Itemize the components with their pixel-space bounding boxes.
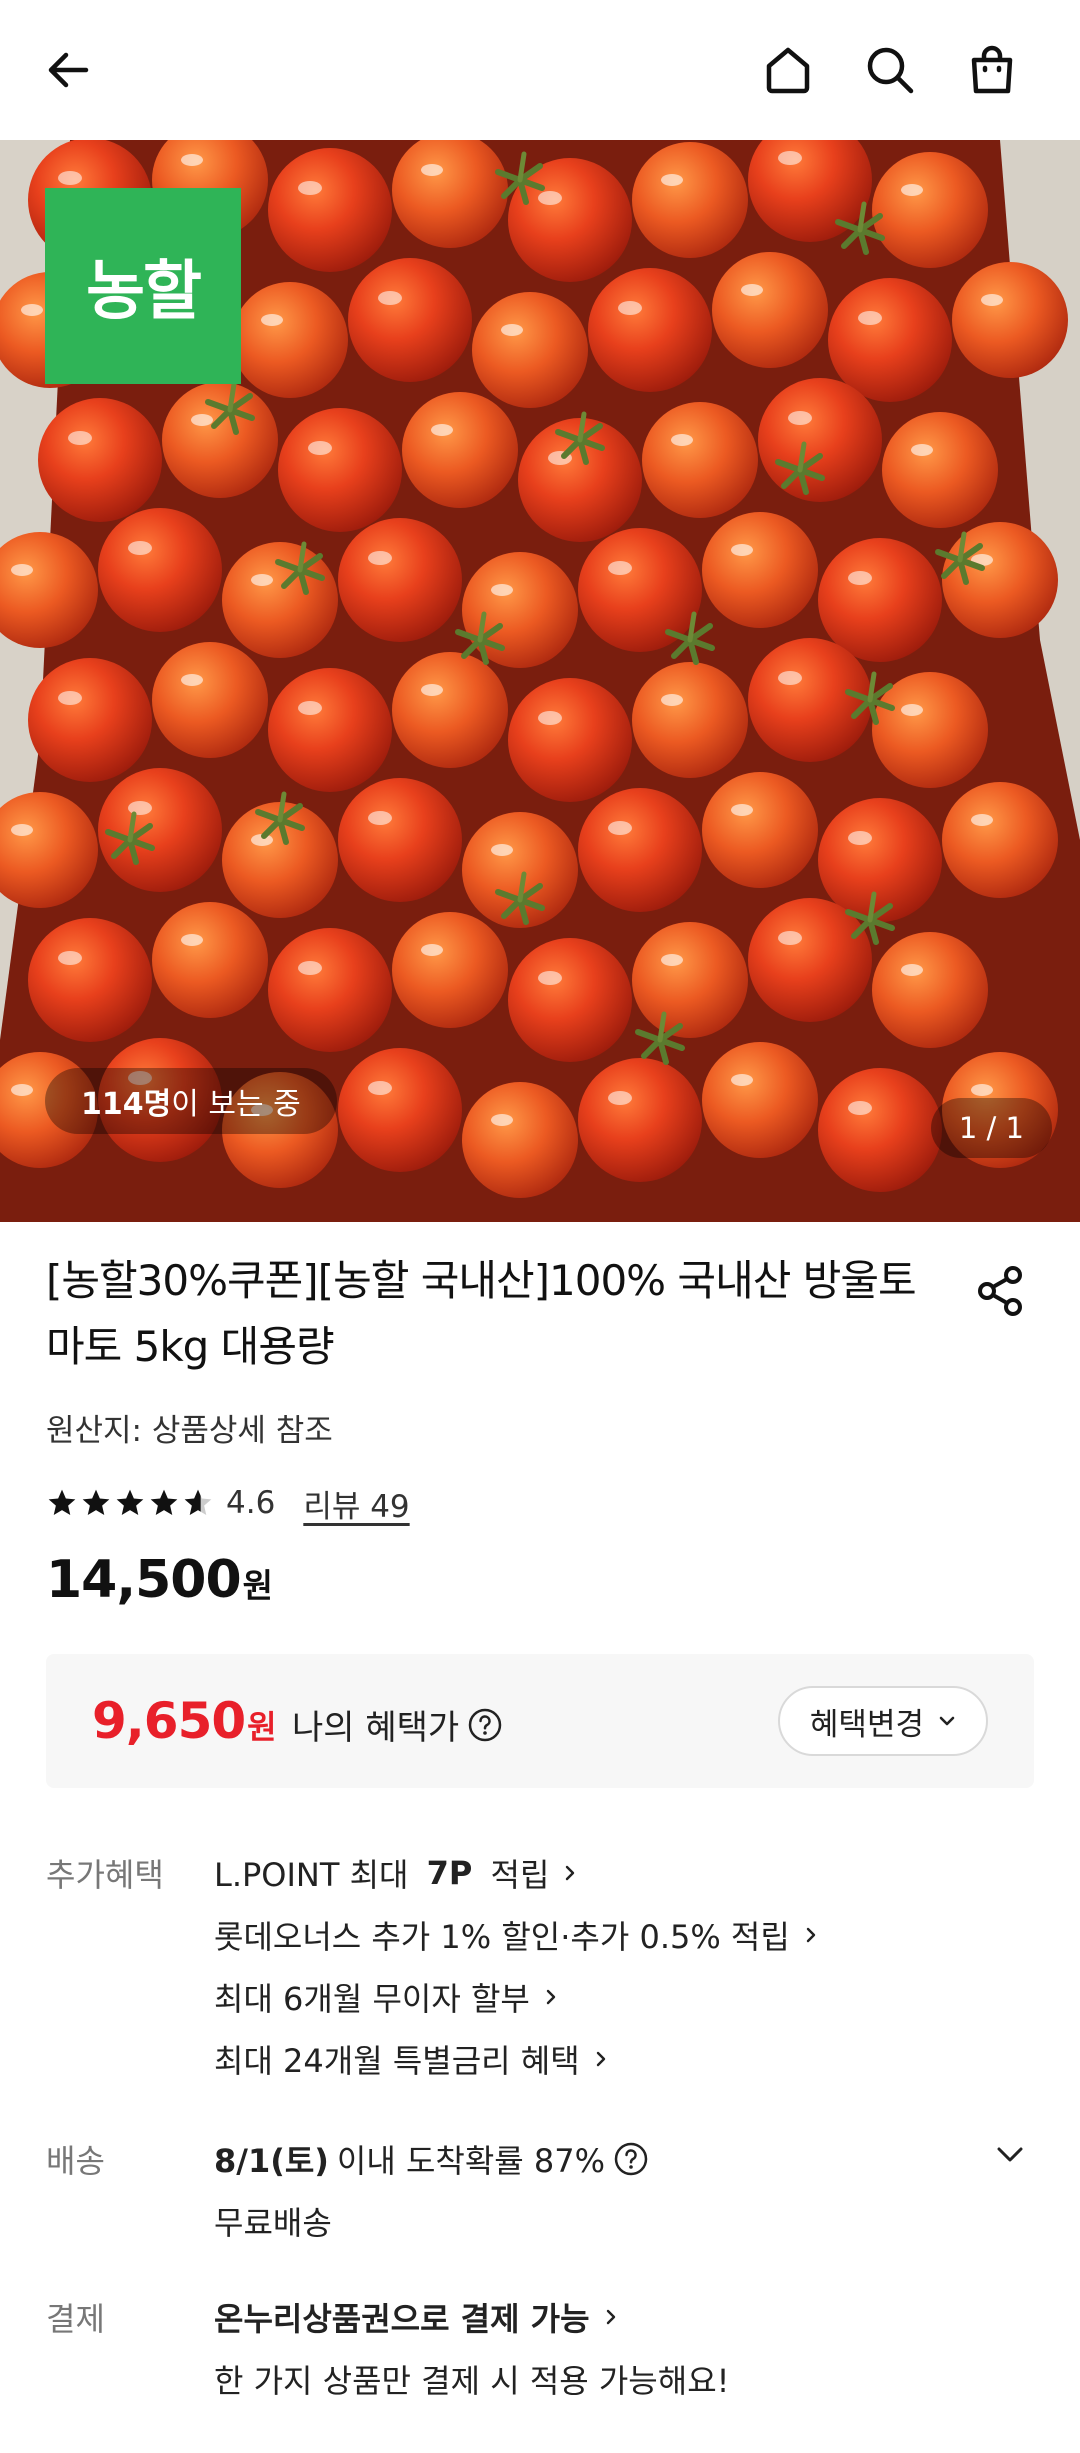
original-price: 14,500 원 bbox=[46, 1550, 273, 1610]
my-benefit-price-box: 9,650 원 나의 혜택가 혜택변경 bbox=[46, 1654, 1034, 1788]
back-arrow-icon bbox=[48, 52, 89, 88]
rating-row: 4.6 리뷰 49 bbox=[46, 1478, 410, 1528]
help-icon[interactable] bbox=[467, 1707, 503, 1743]
benefit-price-unit: 원 bbox=[247, 1708, 277, 1746]
star-filled-icon bbox=[82, 1489, 110, 1515]
viewers-suffix: 이 보는 중 bbox=[171, 1087, 301, 1122]
star-filled-icon bbox=[116, 1489, 144, 1515]
image-page-indicator: 1 / 1 bbox=[930, 1098, 1052, 1158]
back-button[interactable] bbox=[28, 30, 108, 110]
star-filled-icon bbox=[150, 1489, 178, 1515]
lpoint-points: 7P bbox=[426, 1854, 473, 1892]
delivery-estimate: 8/1(토) 이내 도착확률 87% bbox=[214, 2136, 649, 2182]
search-icon bbox=[867, 47, 914, 94]
star-partial-icon bbox=[184, 1489, 212, 1515]
payment-label: 결제 bbox=[46, 2300, 105, 2338]
chevron-right-icon bbox=[598, 2304, 624, 2330]
onnuri-payment-text: 온누리상품권으로 결제 가능 bbox=[214, 2300, 590, 2338]
brand-badge: 농할 bbox=[45, 188, 241, 384]
price-amount: 14,500 bbox=[46, 1550, 242, 1610]
payment-notice: 한 가지 상품만 결제 시 적용 가능해요! bbox=[214, 2362, 730, 2400]
chevron-right-icon bbox=[538, 1984, 564, 2010]
benefit-price-amount: 9,650 bbox=[92, 1692, 246, 1750]
live-viewers-badge: 114명 이 보는 중 bbox=[45, 1068, 337, 1134]
special-rate-text: 최대 24개월 특별금리 혜택 bbox=[214, 2042, 580, 2080]
share-icon bbox=[978, 1266, 1022, 1316]
product-title: [농할30%쿠폰][농할 국내산]100% 국내산 방울토마토 5kg 대용량 bbox=[46, 1256, 917, 1371]
chevron-right-icon bbox=[557, 1860, 583, 1886]
delivery-date: 8/1(토) bbox=[214, 2142, 329, 2180]
change-benefit-label: 혜택변경 bbox=[809, 1706, 924, 1743]
shopping-bag-icon bbox=[971, 45, 1013, 94]
top-navigation-bar bbox=[0, 0, 1080, 140]
onnuri-payment-link[interactable]: 온누리상품권으로 결제 가능 bbox=[214, 2294, 624, 2340]
installment-text: 최대 6개월 무이자 할부 bbox=[214, 1980, 530, 2018]
benefit-label-text: 나의 혜택가 bbox=[292, 1708, 460, 1748]
installment-benefit-link[interactable]: 최대 6개월 무이자 할부 bbox=[214, 1974, 564, 2020]
lpoint-prefix: L.POINT 최대 bbox=[214, 1856, 419, 1894]
chevron-right-icon bbox=[588, 2046, 614, 2072]
price-unit: 원 bbox=[242, 1566, 274, 1605]
search-button[interactable] bbox=[850, 30, 930, 110]
origin-info: 원산지: 상품상세 참조 bbox=[46, 1413, 333, 1449]
lotte-owners-benefit-link[interactable]: 롯데오너스 추가 1% 할인·추가 0.5% 적립 bbox=[214, 1912, 824, 1958]
change-benefit-button[interactable]: 혜택변경 bbox=[777, 1686, 988, 1756]
lotte-owners-text: 롯데오너스 추가 1% 할인·추가 0.5% 적립 bbox=[214, 1918, 790, 1956]
home-button[interactable] bbox=[748, 30, 828, 110]
lpoint-benefit-link[interactable]: L.POINT 최대 7P 적립 bbox=[214, 1850, 583, 1896]
chevron-down-icon bbox=[934, 1708, 960, 1734]
delivery-fee: 무료배송 bbox=[214, 2204, 332, 2242]
special-rate-benefit-link[interactable]: 최대 24개월 특별금리 혜택 bbox=[214, 2036, 614, 2082]
star-rating bbox=[46, 1487, 214, 1519]
benefit-label: 나의 혜택가 bbox=[292, 1700, 503, 1749]
cart-button[interactable] bbox=[952, 30, 1032, 110]
benefit-price: 9,650 원 bbox=[92, 1692, 277, 1750]
rating-value: 4.6 bbox=[226, 1485, 276, 1521]
review-count-link[interactable]: 리뷰 49 bbox=[303, 1481, 409, 1526]
extra-benefits-label: 추가혜택 bbox=[46, 1856, 164, 1894]
chevron-right-icon bbox=[798, 1922, 824, 1948]
share-button[interactable] bbox=[966, 1256, 1036, 1326]
delivery-probability: 이내 도착확률 87% bbox=[336, 2142, 606, 2180]
help-icon[interactable] bbox=[613, 2141, 649, 2177]
chevron-down-icon bbox=[997, 2147, 1023, 2162]
product-image-carousel[interactable]: 농할 114명 이 보는 중 1 / 1 bbox=[0, 140, 1080, 1222]
delivery-label: 배송 bbox=[46, 2142, 105, 2180]
delivery-expand-button[interactable] bbox=[990, 2134, 1030, 2174]
home-icon bbox=[766, 47, 810, 94]
viewers-count: 114명 bbox=[81, 1087, 172, 1122]
lpoint-suffix: 적립 bbox=[480, 1856, 550, 1894]
star-filled-icon bbox=[48, 1489, 76, 1515]
